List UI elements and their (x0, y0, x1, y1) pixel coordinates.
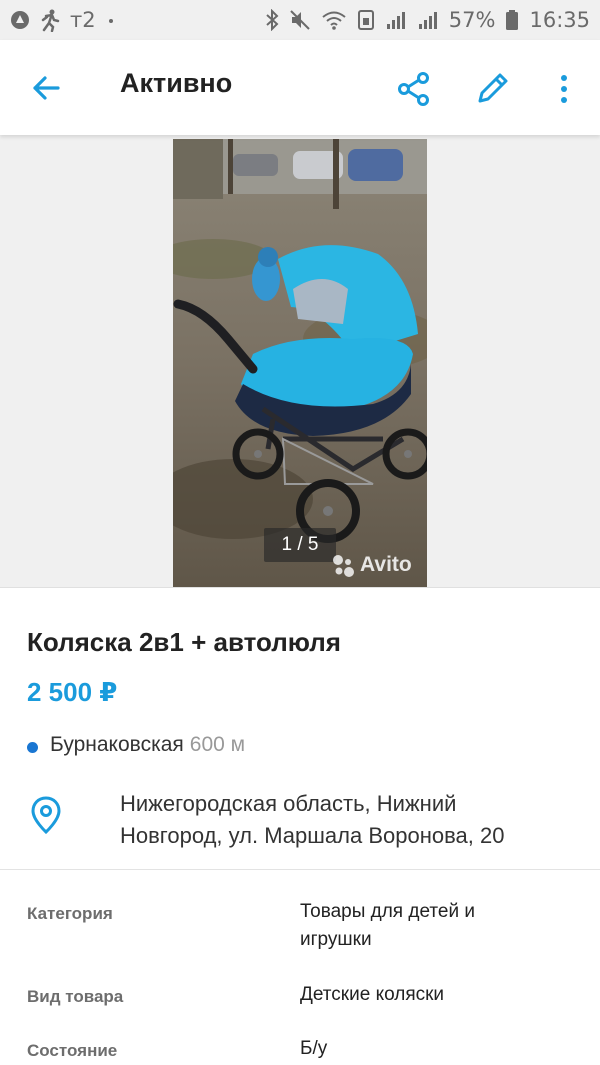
pencil-icon (478, 73, 508, 103)
signal-icon (385, 9, 407, 31)
arrow-left-icon (33, 76, 60, 100)
watermark-text: Avito (360, 553, 412, 576)
signal-icon (417, 9, 439, 31)
avito-watermark: Avito (330, 552, 412, 578)
running-icon (38, 8, 62, 32)
address-line-2: Новгород, ул. Маршала Воронова, 20 (120, 823, 505, 848)
wifi-icon (321, 9, 347, 31)
mute-icon (289, 9, 311, 31)
clock: 16:35 (529, 8, 590, 32)
metro-station: Бурнаковская 600 м (27, 733, 245, 757)
page-title: Активно (120, 68, 233, 98)
address-line-1: Нижегородская область, Нижний (120, 791, 457, 816)
metro-station-name: Бурнаковская (50, 733, 184, 756)
param-label: Вид товара (27, 987, 124, 1006)
status-bar: т2 57% 16:35 (0, 0, 600, 40)
share-button[interactable] (393, 68, 435, 110)
divider (0, 869, 600, 870)
metro-line-dot (27, 741, 38, 753)
address-text: Нижегородская область, Нижний Новгород, … (120, 788, 580, 852)
carrier-label: т2 (70, 8, 96, 32)
metro-distance: 600 м (189, 733, 246, 756)
listing-price: 2 500 ₽ (27, 677, 118, 707)
share-icon (398, 72, 429, 106)
photo-counter: 1 / 5 (264, 528, 336, 562)
param-value: Детские коляски (300, 984, 445, 1005)
avito-logo-icon (333, 555, 354, 577)
assistant-icon (10, 10, 30, 30)
battery-percent: 57% (448, 8, 496, 32)
listing-title: Коляска 2в1 + автолюля (27, 627, 341, 657)
photo-gallery[interactable]: 1 / 5 Avito (0, 135, 600, 588)
edit-button[interactable] (472, 67, 514, 109)
location-pin-icon (31, 796, 61, 839)
param-label: Категория (27, 904, 113, 923)
back-button[interactable] (26, 68, 66, 108)
battery-icon (505, 9, 519, 31)
param-label: Состояние (27, 1041, 118, 1060)
param-value: Б/у (300, 1038, 328, 1059)
more-vertical-icon (561, 75, 567, 103)
sim-icon (357, 9, 375, 31)
param-value: Товары для детей и игрушки (300, 901, 475, 950)
app-bar: Активно (0, 40, 600, 135)
dot-icon (104, 13, 118, 27)
more-options-button[interactable] (550, 68, 578, 110)
divider (0, 587, 600, 588)
listing-photo[interactable] (173, 139, 427, 588)
bluetooth-icon (265, 9, 279, 31)
